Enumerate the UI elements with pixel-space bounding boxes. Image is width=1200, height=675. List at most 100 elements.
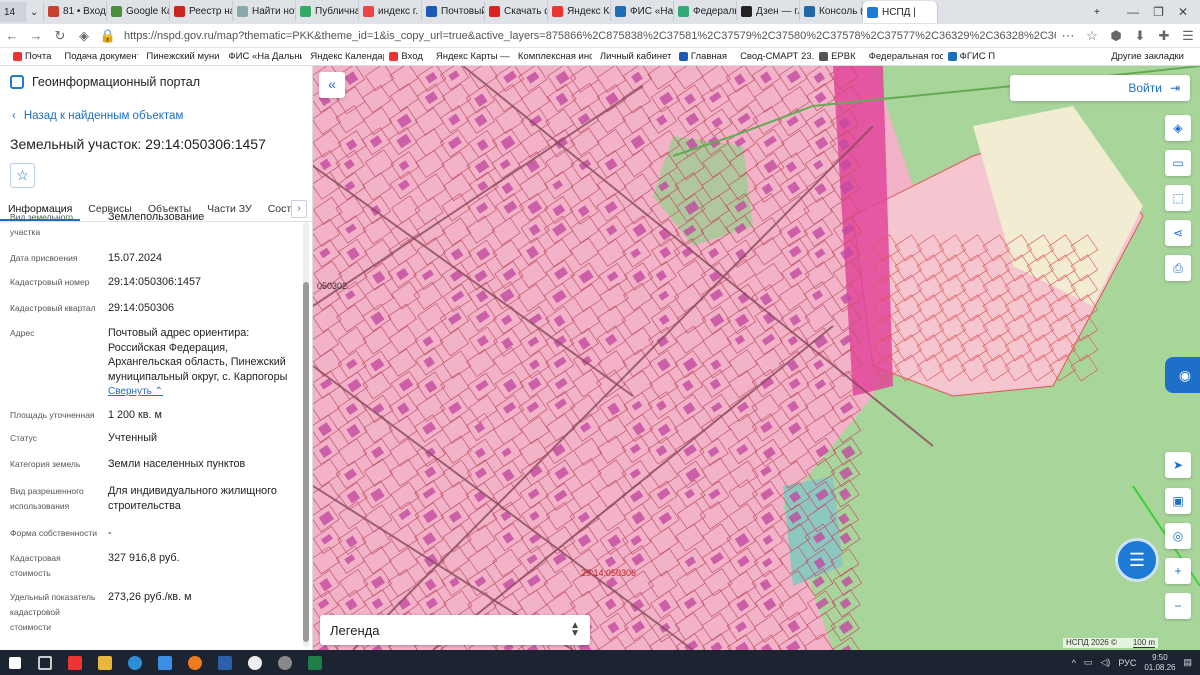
bookmark-item[interactable]: ФГИС П bbox=[943, 51, 1001, 62]
chevron-up-icon: ⌃ bbox=[151, 386, 164, 397]
cadastral-map[interactable]: « Войти ⇥ ◈ ▭ ⬚ ⋖ ⎙ ◉ ➤ ▣ ◎ + − ☰ Легенд… bbox=[313, 66, 1200, 650]
portal-logo-icon bbox=[10, 75, 24, 89]
browser-tab[interactable]: Реестр на bbox=[170, 1, 233, 21]
clock[interactable]: 9:50 01.08.26 bbox=[1144, 653, 1175, 673]
print-icon[interactable]: ⎙ bbox=[1165, 255, 1191, 281]
download-icon[interactable]: ⬇ bbox=[1128, 28, 1152, 44]
mail-icon[interactable] bbox=[150, 650, 180, 675]
more-icon[interactable]: ⋯ bbox=[1056, 28, 1080, 44]
task-view-icon[interactable] bbox=[30, 650, 60, 675]
close-icon[interactable]: ✕ bbox=[1178, 5, 1188, 19]
word-icon[interactable] bbox=[210, 650, 240, 675]
legend-dropdown[interactable]: Легенда ▲ ▼ bbox=[320, 615, 590, 645]
lock-icon: 🔒 bbox=[99, 27, 117, 43]
scrollbar-thumb[interactable] bbox=[303, 282, 309, 642]
chrome-icon[interactable] bbox=[270, 650, 300, 675]
bookmark-item[interactable]: Яндекс Карты — bbox=[428, 51, 510, 62]
zoom-in-button[interactable]: + bbox=[1165, 558, 1191, 584]
ruler-icon[interactable]: ▭ bbox=[1165, 150, 1191, 176]
locate-icon[interactable]: ◎ bbox=[1165, 523, 1191, 549]
panel-scrollbar[interactable] bbox=[303, 222, 309, 647]
bookmark-item[interactable]: Свод-СМАРТ 23. bbox=[732, 51, 814, 62]
tab-favicon-icon bbox=[804, 5, 815, 17]
extension-icon[interactable]: ⬢ bbox=[1104, 28, 1128, 44]
attribute-label: Кадастровый номер bbox=[10, 277, 90, 287]
basemap-icon[interactable]: ▣ bbox=[1165, 488, 1191, 514]
bookmark-item[interactable]: Пинежский муни bbox=[138, 51, 220, 62]
back-icon[interactable]: ← bbox=[0, 28, 24, 43]
map-canvas[interactable] bbox=[313, 66, 1200, 650]
bookmark-item[interactable]: ЕРВК bbox=[814, 51, 861, 62]
browser-tab[interactable]: ФИС «На з bbox=[611, 1, 674, 21]
browser-tab[interactable]: Публичная bbox=[296, 1, 359, 21]
puzzle-icon[interactable]: ✚ bbox=[1152, 28, 1176, 44]
bookmark-item[interactable]: Личный кабинет bbox=[592, 51, 674, 62]
zoom-out-button[interactable]: − bbox=[1165, 593, 1191, 619]
bookmark-item[interactable]: Комплексная инс bbox=[510, 51, 592, 62]
collapse-address-link[interactable]: Свернуть ⌃ bbox=[108, 386, 163, 397]
quarter-label-red: 29:14:050306 bbox=[581, 568, 637, 578]
browser-tab[interactable]: Найти нот bbox=[233, 1, 296, 21]
browser-tab[interactable]: индекс г. С bbox=[359, 1, 422, 21]
browser-tab[interactable]: Яндекс Ка bbox=[548, 1, 611, 21]
chat-side-badge-icon[interactable]: ◉ bbox=[1165, 357, 1200, 393]
bookmark-icon[interactable]: ☆ bbox=[1080, 28, 1104, 44]
reload-icon[interactable]: ↻ bbox=[48, 28, 72, 44]
favorite-star-button[interactable]: ☆ bbox=[10, 163, 35, 188]
minimize-icon[interactable]: — bbox=[1127, 5, 1139, 19]
back-link[interactable]: ‹ Назад к найденным объектам bbox=[12, 110, 183, 122]
menu-icon[interactable]: ☰ bbox=[1176, 28, 1200, 44]
chevron-down-icon[interactable]: ⌄ bbox=[26, 2, 44, 22]
browser-tab[interactable]: Консоль ( bbox=[800, 1, 863, 21]
url-field[interactable]: https://nspd.gov.ru/map?thematic=PKK&the… bbox=[120, 30, 1056, 42]
attribute-label: Статус bbox=[10, 433, 37, 443]
navigate-icon[interactable]: ➤ bbox=[1165, 452, 1191, 478]
tray-arrow-icon[interactable]: ^ bbox=[1072, 658, 1076, 668]
collapse-panel-button[interactable]: « bbox=[319, 72, 345, 98]
firefox-icon[interactable] bbox=[180, 650, 210, 675]
yandex-browser-icon[interactable] bbox=[240, 650, 270, 675]
shield-icon[interactable]: ◈ bbox=[72, 28, 96, 44]
browser-tab[interactable]: Федераль bbox=[674, 1, 737, 21]
windows-start-icon[interactable] bbox=[0, 650, 30, 675]
browser-tab[interactable]: НСПД | bbox=[863, 1, 938, 23]
network-icon[interactable]: ▭ bbox=[1084, 657, 1093, 668]
attribute-label: Категория земель bbox=[10, 459, 81, 469]
browser-tab[interactable]: Почтовый bbox=[422, 1, 485, 21]
notifications-icon[interactable]: ▤ bbox=[1183, 657, 1192, 668]
bookmark-item[interactable]: Яндекс Календар bbox=[302, 51, 384, 62]
object-title: Земельный участок: 29:14:050306:1457 bbox=[10, 136, 266, 152]
bookmark-item[interactable]: ФИС «На Дальни bbox=[220, 51, 302, 62]
bookmark-item[interactable]: Главная bbox=[674, 51, 732, 62]
browser-tab[interactable]: Google Ка bbox=[107, 1, 170, 21]
bookmark-item[interactable]: Подача документ bbox=[56, 51, 138, 62]
attribute-label: Удельный показатель кадастровой стоимост… bbox=[10, 592, 96, 632]
tab-favicon-icon bbox=[48, 5, 59, 17]
tab-favicon-icon bbox=[237, 5, 248, 17]
forward-icon[interactable]: → bbox=[24, 28, 48, 43]
attribute-value: 29:14:050306:1457 bbox=[108, 276, 202, 288]
tab-favicon-icon bbox=[867, 6, 878, 18]
other-bookmarks[interactable]: Другие закладки bbox=[1106, 51, 1200, 62]
layers-icon[interactable]: ◈ bbox=[1165, 115, 1191, 141]
explorer-icon[interactable] bbox=[90, 650, 120, 675]
excel-icon[interactable] bbox=[300, 650, 330, 675]
yandex-icon[interactable] bbox=[60, 650, 90, 675]
maximize-icon[interactable]: ❐ bbox=[1153, 5, 1164, 19]
share-icon[interactable]: ⋖ bbox=[1165, 220, 1191, 246]
new-tab-button[interactable]: + bbox=[1090, 2, 1110, 22]
language-indicator[interactable]: РУС bbox=[1118, 658, 1136, 668]
chat-button[interactable]: ☰ bbox=[1115, 538, 1159, 582]
tab-counter[interactable]: 14 bbox=[0, 2, 26, 22]
browser-tab[interactable]: 81 • Входя bbox=[44, 1, 107, 21]
attribute-value: Почтовый адрес ориентира: Российская Фед… bbox=[108, 327, 288, 383]
browser-tab[interactable]: Скачать ф bbox=[485, 1, 548, 21]
bookmark-item[interactable]: Федеральная гос bbox=[861, 51, 943, 62]
volume-icon[interactable]: ◁) bbox=[1100, 657, 1110, 668]
bookmark-item[interactable]: Почта bbox=[8, 51, 56, 62]
bookmark-item[interactable]: Вход bbox=[384, 51, 428, 62]
select-area-icon[interactable]: ⬚ bbox=[1165, 185, 1191, 211]
edge-icon[interactable] bbox=[120, 650, 150, 675]
login-button[interactable]: Войти ⇥ bbox=[1010, 75, 1190, 101]
browser-tab[interactable]: Дзен — гл bbox=[737, 1, 800, 21]
